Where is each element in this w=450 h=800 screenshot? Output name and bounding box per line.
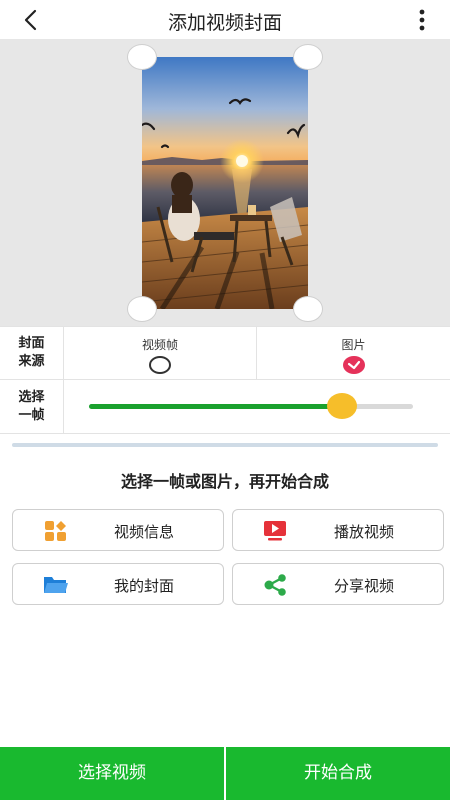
more-options-button[interactable] [418, 9, 426, 31]
crop-handle-bottom-left[interactable] [127, 296, 157, 322]
share-video-button[interactable]: 分享视频 [232, 563, 444, 605]
frame-slider-thumb[interactable] [326, 393, 357, 419]
button-label: 视频信息 [113, 523, 174, 541]
crop-handle-top-left[interactable] [127, 44, 157, 70]
cover-image[interactable] [142, 57, 308, 309]
crop-handle-top-right[interactable] [293, 44, 323, 70]
label-line: 封面 [18, 336, 45, 351]
instruction-text: 选择一帧或图片，再开始合成 [120, 472, 329, 491]
crop-handle-bottom-right[interactable] [293, 296, 323, 322]
video-info-button[interactable]: 视频信息 [12, 509, 224, 551]
cover-source-row: 封面来源 视频帧 图片 [0, 326, 450, 380]
button-label: 我的封面 [113, 577, 174, 595]
label-line: 来源 [18, 354, 45, 369]
page-title: 添加视频封面 [167, 12, 282, 34]
frame-slider-fill [89, 404, 342, 409]
frame-select-label: 选择 一帧 [0, 380, 64, 433]
checkmark-icon [347, 360, 360, 370]
play-video-icon [264, 521, 286, 541]
cover-source-label: 封面 来源 [0, 327, 64, 379]
label-line: 选择 [18, 389, 45, 405]
play-video-button[interactable]: 播放视频 [232, 509, 444, 551]
radio-selected-icon[interactable] [342, 356, 365, 374]
section-divider [12, 443, 438, 447]
source-option-label: 图片 [341, 338, 366, 352]
source-option-label: 视频帧 [141, 338, 178, 352]
my-covers-button[interactable]: 我的封面 [12, 563, 224, 605]
button-label: 播放视频 [333, 523, 394, 541]
sunset-photo [142, 57, 308, 309]
source-option-image[interactable]: 图片 [257, 327, 450, 379]
radio-unselected-icon[interactable] [149, 356, 171, 374]
select-video-button[interactable]: 选择视频 [0, 747, 224, 800]
more-vertical-icon [419, 9, 425, 31]
frame-slider[interactable] [89, 393, 413, 419]
folder-icon [44, 577, 68, 593]
frame-select-row: 选择 一帧 [0, 380, 450, 434]
start-compose-button[interactable]: 开始合成 [226, 747, 450, 800]
video-info-icon [45, 521, 66, 541]
button-label: 分享视频 [333, 577, 394, 595]
source-option-video-frame[interactable]: 视频帧 [64, 327, 257, 379]
cover-preview-area [0, 40, 450, 326]
share-icon [264, 574, 286, 596]
label-line: 一帧 [18, 407, 45, 423]
top-bar: 添加视频封面 [0, 0, 450, 40]
